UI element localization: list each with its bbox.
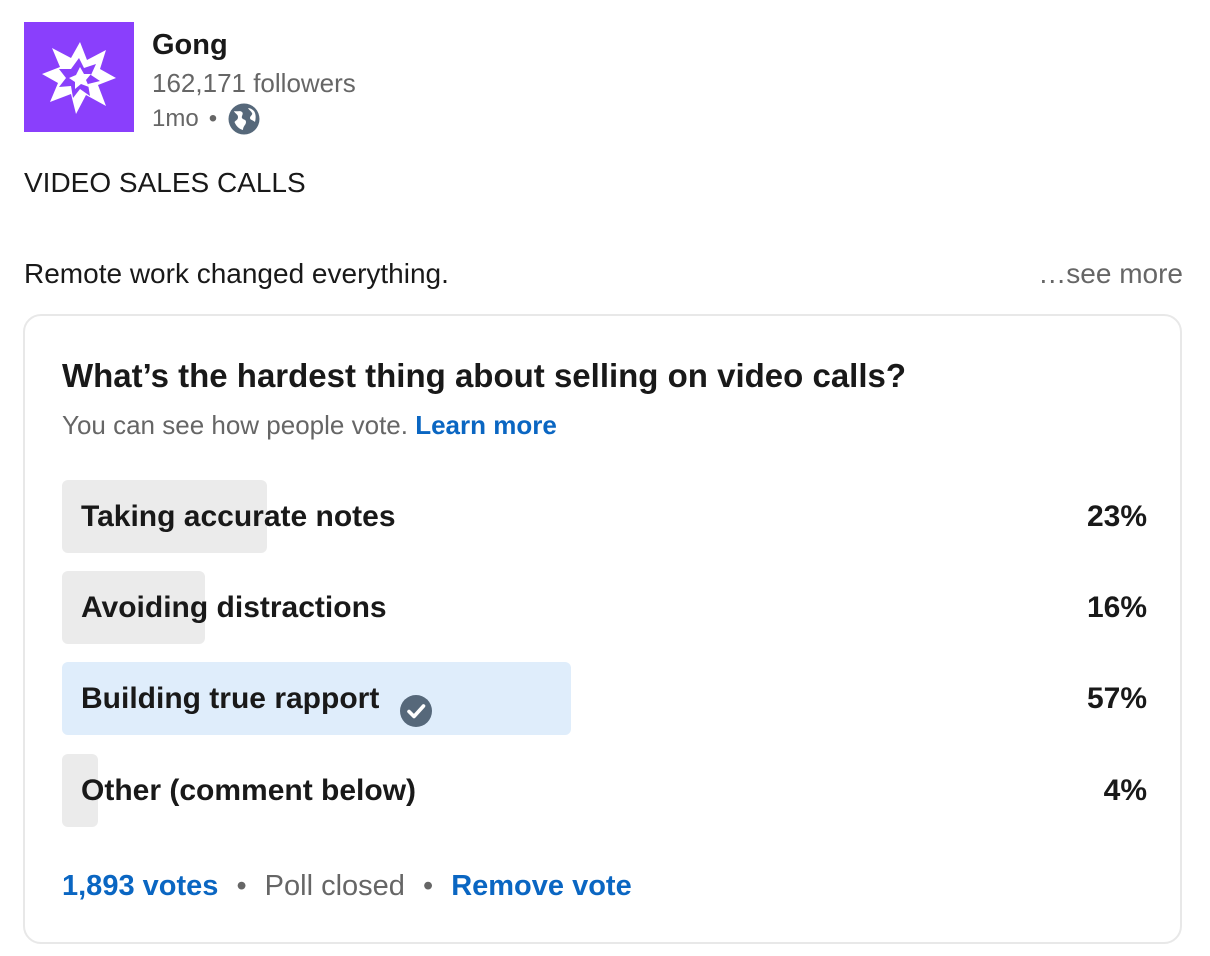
- poll-option[interactable]: Other (comment below) 4%: [62, 754, 1147, 827]
- poll-note-text: You can see how people vote.: [62, 410, 408, 440]
- poll-visibility-note: You can see how people vote. Learn more: [62, 408, 557, 442]
- author-meta: Gong 162,171 followers 1mo •: [152, 22, 356, 136]
- poll-option-percent: 57%: [1086, 682, 1147, 715]
- separator-dot: •: [208, 105, 218, 132]
- poll-status: Poll closed: [264, 870, 405, 902]
- post-timestamp-row: 1mo •: [152, 102, 356, 136]
- poll-option-label: Building true rapport: [81, 662, 433, 735]
- globe-icon: [227, 102, 261, 136]
- poll-card: What’s the hardest thing about selling o…: [23, 314, 1182, 944]
- poll-option-label: Other (comment below): [81, 754, 416, 827]
- poll-question: What’s the hardest thing about selling o…: [62, 357, 907, 394]
- check-circle-icon: [399, 682, 433, 727]
- post-headline: VIDEO SALES CALLS: [24, 167, 306, 198]
- poll-footer: 1,893 votes • Poll closed • Remove vote: [62, 868, 632, 904]
- poll-option-text: Avoiding distractions: [81, 591, 387, 624]
- remove-vote-button[interactable]: Remove vote: [451, 870, 632, 902]
- poll-option-text: Building true rapport: [81, 682, 380, 715]
- see-more-link[interactable]: …see more: [1038, 256, 1183, 292]
- poll-option[interactable]: Avoiding distractions 16%: [62, 571, 1147, 644]
- separator-dot: •: [236, 870, 247, 902]
- poll-option-text: Other (comment below): [81, 774, 417, 807]
- poll-option-percent: 16%: [1086, 591, 1147, 624]
- post-body-text: Remote work changed everything.: [24, 258, 449, 289]
- post-header: Gong 162,171 followers 1mo •: [24, 22, 356, 136]
- feed-post: Gong 162,171 followers 1mo • VIDEO SALES…: [0, 0, 1210, 956]
- separator-dot: •: [422, 870, 434, 902]
- follower-count: 162,171 followers: [152, 68, 356, 98]
- author-name[interactable]: Gong: [152, 28, 356, 62]
- learn-more-link[interactable]: Learn more: [415, 410, 557, 440]
- poll-option-selected[interactable]: Building true rapport 57%: [62, 662, 1147, 735]
- poll-option-label: Taking accurate notes: [81, 480, 396, 553]
- company-logo[interactable]: [24, 22, 134, 132]
- poll-option-label: Avoiding distractions: [81, 571, 387, 644]
- vote-count-link[interactable]: 1,893 votes: [62, 870, 218, 902]
- post-age: 1mo: [152, 105, 199, 132]
- poll-option-percent: 23%: [1086, 500, 1147, 533]
- poll-option-text: Taking accurate notes: [81, 500, 396, 533]
- poll-option-percent: 4%: [1103, 774, 1147, 807]
- poll-option[interactable]: Taking accurate notes 23%: [62, 480, 1147, 553]
- gong-starburst-logo-icon: [42, 42, 116, 114]
